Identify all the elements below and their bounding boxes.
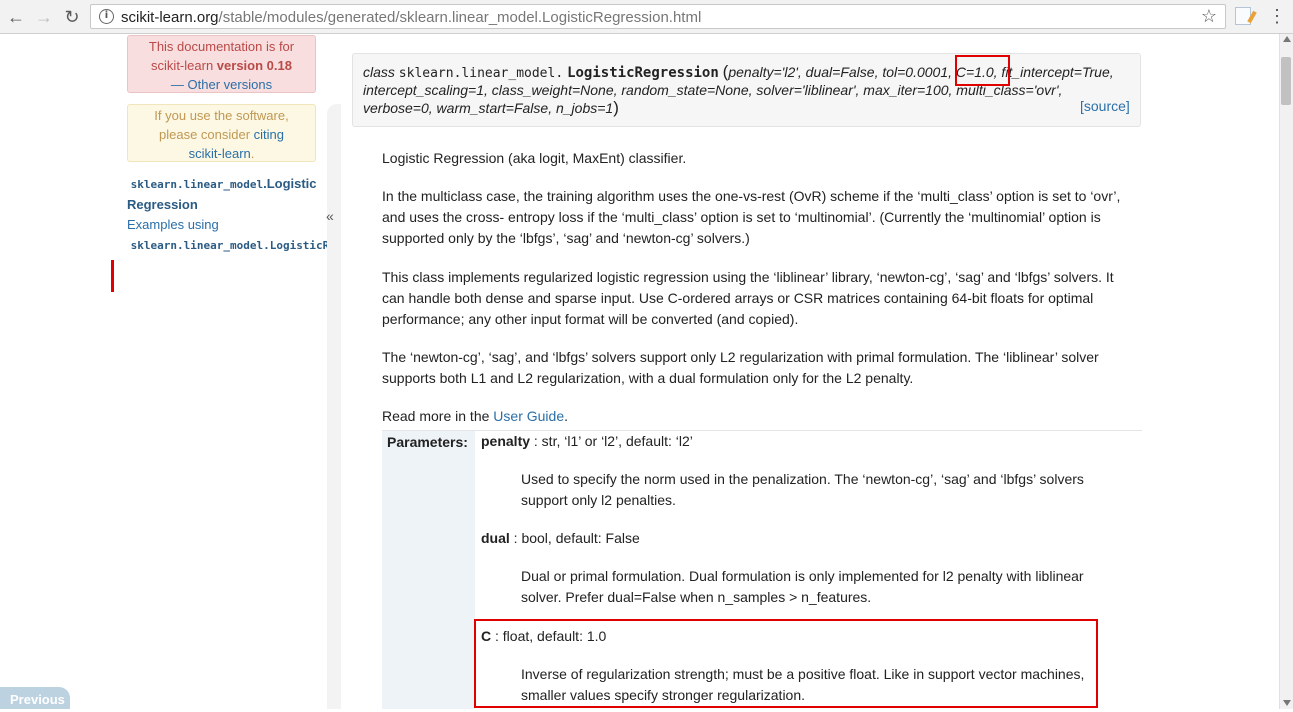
version-notice-line2: scikit-learn version 0.18 [151,58,292,73]
highlight-marker [111,260,114,292]
citing-link[interactable]: citing [254,127,284,142]
description-p4: The ‘newton-cg’, ‘sag’, and ‘lbfgs’ solv… [382,349,1099,386]
bookmark-star-icon[interactable]: ☆ [1201,6,1217,27]
version-notice-line1: This documentation is for [148,39,295,54]
description-p1: Logistic Regression (aka logit, MaxEnt) … [382,150,687,166]
signature-line1: class sklearn.linear_model. LogisticRegr… [363,62,1114,81]
class-name: LogisticRegression [567,65,719,81]
citing-notice-line1: If you use the software, [154,108,289,123]
highlight-box-param-c [474,619,1098,708]
user-guide-link[interactable]: User Guide [493,408,564,424]
source-link[interactable]: [source] [1080,98,1130,114]
param-penalty-desc: Used to specify the norm used in the pen… [521,471,1084,508]
reload-icon[interactable]: ↻ [59,4,85,30]
signature-line3: verbose=0, warm_start=False, n_jobs=1) [363,98,619,117]
signature-line2: intercept_scaling=1, class_weight=None, … [363,82,1063,98]
previous-button[interactable]: Previous [0,687,70,709]
scroll-up-arrow-icon[interactable] [1283,36,1291,42]
scroll-down-arrow-icon[interactable] [1283,700,1291,706]
citing-notice-line2: please consider citing [158,127,285,142]
toc-item-examples[interactable]: Examples using [127,217,219,232]
back-arrow-icon[interactable]: ← [3,4,29,30]
parameters-label: Parameters: [387,434,468,450]
sidebar-rail [327,104,341,709]
citing-notice-line3: scikit-learn. [188,146,255,161]
class-signature: class sklearn.linear_model. LogisticRegr… [352,53,1141,127]
collapse-sidebar-icon[interactable]: « [326,208,334,224]
description-p2: In the multiclass case, the training alg… [382,188,1121,246]
scikit-learn-link[interactable]: scikit-learn [189,146,251,161]
sidebar-toc: sklearn.linear_model.Logistic Regression… [127,174,327,256]
param-dual: dual : bool, default: False [481,530,640,546]
browser-menu-icon[interactable]: ⋮ [1268,6,1286,28]
toc-item-examples-mono[interactable]: sklearn.linear_model.LogisticR [127,235,327,256]
browser-toolbar: ← → ↻ i scikit-learn.org/stable/modules/… [0,0,1293,34]
other-versions-link[interactable]: — Other versions [171,77,272,92]
extension-notepad-icon[interactable] [1235,7,1251,25]
param-penalty: penalty : str, ‘l1’ or ‘l2’, default: ‘l… [481,433,693,449]
toc-item-logistic-regression[interactable]: sklearn.linear_model.Logistic [127,174,327,195]
toc-item-logistic-regression-cont[interactable]: Regression [127,195,327,215]
param-dual-desc: Dual or primal formulation. Dual formula… [521,568,1084,605]
info-icon[interactable]: i [99,9,114,24]
read-more: Read more in the User Guide. [382,408,568,424]
version-notice: This documentation is for scikit-learn v… [127,35,316,93]
scrollbar-thumb[interactable] [1281,57,1291,105]
page-scrollbar[interactable] [1279,34,1293,709]
url-text[interactable]: scikit-learn.org/stable/modules/generate… [121,9,701,26]
params-label-column [382,431,475,709]
highlight-box-signature [955,55,1010,86]
citing-notice: If you use the software, please consider… [127,104,316,162]
forward-arrow-icon[interactable]: → [31,4,57,30]
description-p3: This class implements regularized logist… [382,269,1114,327]
address-bar[interactable]: i scikit-learn.org/stable/modules/genera… [90,4,1226,29]
